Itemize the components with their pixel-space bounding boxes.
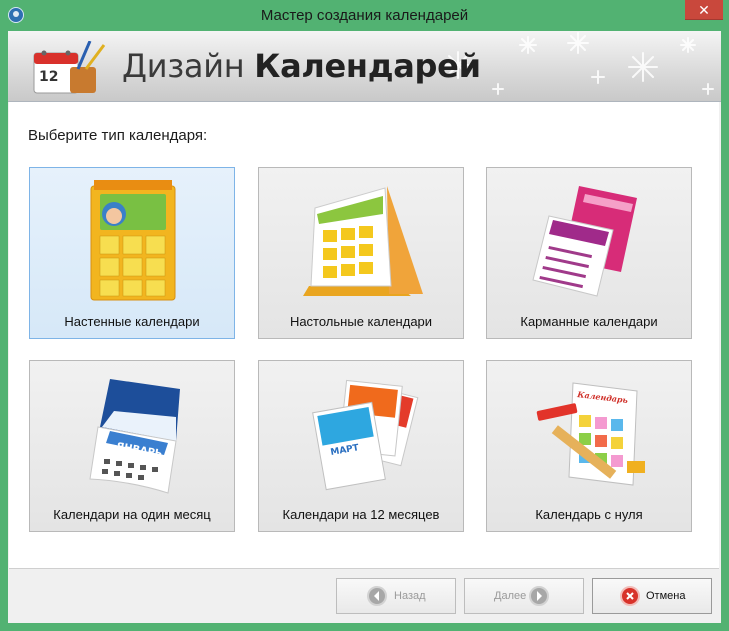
back-button-label: Назад: [394, 590, 426, 602]
header-icon-day: 12: [39, 69, 58, 85]
cancel-x-icon: [620, 586, 640, 606]
arrow-right-icon: [529, 586, 549, 606]
tile-label: Настенные календари: [64, 314, 200, 329]
header-title-bold: Календарей: [254, 47, 481, 85]
next-button-label: Далее: [494, 590, 527, 602]
calendar-paintbrush-icon: 12: [33, 41, 106, 94]
tile-wall-calendars[interactable]: Настенные календари: [29, 167, 235, 339]
header-title: Дизайн Календарей: [122, 47, 481, 85]
tile-label: Карманные календари: [520, 314, 658, 329]
header-title-light: Дизайн: [122, 47, 245, 85]
wizard-client-area: 12 Дизайн Календарей Выберите тип календ…: [8, 31, 721, 623]
window-title: Мастер создания календарей: [260, 7, 469, 24]
tile-label: Календарь с нуля: [535, 507, 643, 522]
blank-calendar-icon: Календарь: [536, 382, 645, 486]
tile-desk-calendars[interactable]: Настольные календари: [258, 167, 464, 339]
tile-label: Календари на один месяц: [53, 507, 211, 522]
pocket-calendar-icon: [532, 186, 637, 297]
twelve-month-calendar-icon: МАРТ: [312, 379, 419, 491]
back-button[interactable]: Назад: [336, 578, 456, 614]
wall-calendar-icon: [90, 180, 176, 301]
monthly-calendar-icon: ЯНВАРЬ: [89, 379, 180, 494]
tile-label: Настольные календари: [289, 314, 433, 329]
cancel-button-label: Отмена: [646, 590, 686, 602]
tile-label: Календари на 12 месяцев: [282, 507, 440, 522]
next-button[interactable]: Далее: [464, 578, 584, 614]
desk-calendar-icon: [303, 186, 423, 296]
tile-calendar-from-scratch[interactable]: Календарь Календарь с нуля: [486, 360, 692, 532]
calendar-type-panel: Выберите тип календаря: Настенные календ…: [9, 102, 719, 569]
window-close-button[interactable]: ✕: [685, 0, 723, 20]
wizard-header: 12 Дизайн Календарей: [8, 31, 721, 102]
tile-one-month-calendars[interactable]: ЯНВАРЬ Календари на один месяц: [29, 360, 235, 532]
tile-pocket-calendars[interactable]: Карманные календари: [486, 167, 692, 339]
tile-twelve-month-calendars[interactable]: МАРТ Календари на 12 месяцев: [258, 360, 464, 532]
app-window: Мастер создания календарей ✕ 12 Дизайн К…: [0, 0, 729, 631]
title-bar[interactable]: Мастер создания календарей ✕: [0, 0, 729, 31]
choose-type-prompt: Выберите тип календаря:: [28, 127, 208, 144]
cancel-button[interactable]: Отмена: [592, 578, 712, 614]
arrow-left-icon: [367, 586, 387, 606]
